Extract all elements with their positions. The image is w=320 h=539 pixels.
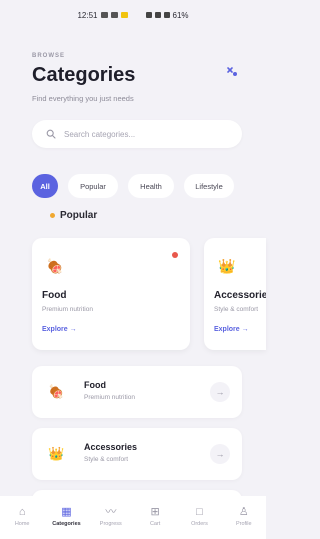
row-subtitle: Style & comfort: [84, 456, 129, 463]
tab-categories[interactable]: ▦ Categories: [48, 506, 84, 527]
crown-icon: 👑: [48, 446, 65, 461]
notification-icon: [110, 12, 118, 18]
featured-card-accessories[interactable]: 👑 Accessories Style & comfort Explore →: [204, 238, 266, 350]
row-subtitle: Premium nutrition: [84, 394, 135, 401]
crown-icon: 👑: [218, 258, 236, 274]
grid-icon: ▦: [61, 506, 72, 518]
favorite-icon: [172, 252, 178, 258]
chip-popular[interactable]: Popular: [68, 174, 118, 198]
tab-label: Progress: [99, 521, 122, 527]
explore-link[interactable]: Explore →: [214, 326, 249, 333]
page-subtitle: Find everything you just needs: [32, 94, 134, 103]
tab-label: Home: [14, 521, 30, 527]
filter-chips: All Popular Health Lifestyle: [32, 174, 234, 198]
chip-health[interactable]: Health: [128, 174, 174, 198]
notification-icon: [120, 12, 128, 18]
arrow-right-icon[interactable]: →: [210, 382, 230, 402]
status-right: 61%: [145, 10, 189, 20]
tab-home[interactable]: ⌂ Home: [4, 506, 40, 527]
row-title: Food: [84, 380, 106, 390]
explore-link[interactable]: Explore →: [42, 326, 77, 333]
status-time: 12:51: [77, 10, 98, 20]
tab-label: Profile: [236, 521, 252, 527]
tab-progress[interactable]: 〰 Progress: [93, 506, 129, 527]
sort-icon[interactable]: [224, 64, 240, 80]
bottom-tab-bar: ⌂ Home ▦ Categories 〰 Progress ⊞ Cart □ …: [0, 496, 266, 539]
card-title: Accessories: [214, 290, 266, 301]
status-bar: 12:51 61%: [0, 0, 266, 30]
tab-cart[interactable]: ⊞ Cart: [137, 506, 173, 527]
arrow-right-icon[interactable]: →: [210, 444, 230, 464]
card-title: Food: [42, 290, 67, 301]
section-heading: Popular: [50, 210, 97, 221]
search-bar[interactable]: [32, 120, 242, 148]
food-icon: 🍖: [46, 258, 64, 274]
tab-label: Orders: [191, 521, 208, 527]
category-row-accessories[interactable]: 👑 Accessories Style & comfort →: [32, 428, 242, 480]
card-subtitle: Style & comfort: [214, 306, 259, 313]
page-eyebrow: BROWSE: [32, 53, 65, 59]
search-input[interactable]: [64, 129, 224, 139]
battery-percent: 61%: [172, 10, 189, 20]
tab-label: Cart: [149, 521, 161, 527]
signal-icon: [145, 12, 152, 18]
chip-lifestyle[interactable]: Lifestyle: [184, 174, 234, 198]
featured-card-food[interactable]: 🍖 Food Premium nutrition Explore →: [32, 238, 190, 350]
home-icon: ⌂: [18, 506, 26, 518]
tab-profile[interactable]: ♙ Profile: [226, 506, 262, 527]
card-subtitle: Premium nutrition: [42, 306, 93, 313]
tab-label: Categories: [52, 521, 81, 527]
user-icon: ♙: [238, 506, 249, 518]
tab-orders[interactable]: □ Orders: [181, 506, 217, 527]
battery-icon: [163, 12, 170, 18]
chart-icon: 〰: [105, 506, 117, 518]
sparkle-icon: [50, 213, 55, 218]
food-icon: 🍖: [48, 384, 65, 399]
category-row-food[interactable]: 🍖 Food Premium nutrition →: [32, 366, 242, 418]
sort-icon-svg: [227, 67, 237, 76]
section-title: Popular: [60, 210, 98, 221]
search-icon: [46, 129, 56, 139]
wifi-icon: [154, 12, 161, 18]
page-title: Categories: [32, 64, 136, 86]
chip-all[interactable]: All: [32, 174, 58, 198]
row-title: Accessories: [84, 442, 138, 452]
status-left: 12:51: [77, 10, 128, 20]
notification-icon: [100, 12, 108, 18]
bag-icon: □: [196, 506, 203, 518]
cart-icon: ⊞: [150, 506, 160, 518]
